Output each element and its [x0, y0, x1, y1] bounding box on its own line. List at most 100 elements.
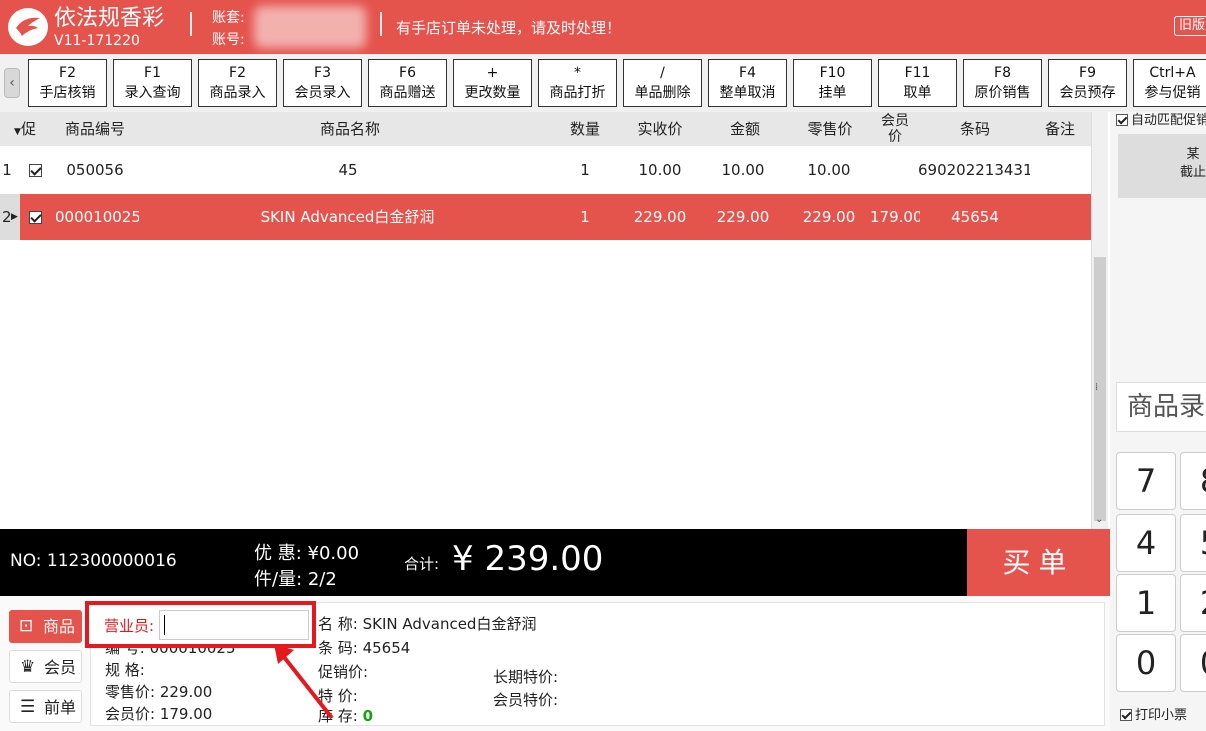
grid-empty-area[interactable]: [0, 241, 1091, 529]
toolbar-button[interactable]: F8 原价销售: [963, 59, 1042, 107]
toolbar-button[interactable]: F4 整单取消: [708, 59, 787, 107]
account-set-label: 账套:: [212, 10, 245, 26]
toolbar-button-key: *: [574, 65, 581, 81]
grid-scrollbar[interactable]: ⁞ ⌄: [1091, 112, 1108, 529]
table-row[interactable]: 1 050056 45 1 10.00 10.00 10.00 69020221…: [0, 147, 1091, 193]
toolbar-button[interactable]: F11 取单: [878, 59, 957, 107]
toolbar-button-label: 商品打折: [549, 85, 606, 101]
col-code[interactable]: 商品编号: [50, 112, 140, 146]
toolbar-button[interactable]: + 更改数量: [453, 59, 532, 107]
member-special-price: 会员特价:: [493, 691, 559, 709]
col-barcode[interactable]: 条码: [935, 112, 1015, 146]
keypad-8[interactable]: 8: [1180, 452, 1206, 510]
toolbar-button[interactable]: * 商品打折: [538, 59, 617, 107]
cell-note: [1030, 194, 1090, 240]
row-checkbox[interactable]: [29, 211, 42, 224]
col-paid[interactable]: 实收价: [625, 112, 695, 146]
cell-amount: 229.00: [716, 208, 770, 226]
print-receipt-option[interactable]: 打印小票: [1120, 704, 1187, 723]
app-header: 依法规香彩 V11-171220 账套: 账号: 有手店订单未处理，请及时处理！…: [0, 0, 1206, 54]
toolbar-button-key: F8: [994, 65, 1011, 81]
salesperson-label: 营业员:: [104, 617, 155, 635]
toolbar-button[interactable]: F1 录入查询: [113, 59, 192, 107]
toolbar-button[interactable]: F6 商品赠送: [368, 59, 447, 107]
keypad-00[interactable]: 0: [1180, 634, 1206, 692]
tab-member[interactable]: ♛ 会员: [9, 650, 82, 683]
keypad-0[interactable]: 0: [1116, 634, 1176, 692]
col-retail[interactable]: 零售价: [795, 112, 865, 146]
cell-note: [1030, 147, 1090, 193]
cell-qty: 1: [580, 208, 590, 226]
keypad-7[interactable]: 7: [1116, 452, 1176, 510]
tab-goods[interactable]: ⊡ 商品: [9, 610, 82, 643]
total-label: 合计:: [404, 555, 440, 573]
toolbar-scroll-left-button[interactable]: ‹: [4, 68, 20, 98]
toolbar-button-key: F1: [144, 65, 161, 81]
col-note[interactable]: 备注: [1030, 112, 1090, 146]
keypad-1[interactable]: 1: [1116, 574, 1176, 632]
col-qty[interactable]: 数量: [560, 112, 610, 146]
checkout-button[interactable]: 买单: [967, 529, 1110, 596]
keypad-4[interactable]: 4: [1116, 514, 1176, 572]
grid-header: ▼促 商品编号 商品名称 数量 实收价 金额 零售价 会员价 条码 备注: [0, 112, 1091, 146]
cell-paid: 229.00: [633, 208, 687, 226]
retail-price: 零售价: 229.00: [105, 683, 213, 701]
long-term-special-price: 长期特价:: [493, 668, 559, 686]
keypad-5[interactable]: 5: [1180, 514, 1206, 572]
app-name: 依法规香彩: [54, 6, 165, 31]
toolbar-button[interactable]: Ctrl+A 参与促销: [1133, 59, 1206, 107]
toolbar-button-label: 录入查询: [124, 85, 181, 101]
cell-retail: 229.00: [802, 208, 856, 226]
toolbar-button[interactable]: F2 手店核销: [28, 59, 107, 107]
old-version-button[interactable]: 旧版: [1174, 16, 1206, 36]
toolbar-button[interactable]: F2 商品录入: [198, 59, 277, 107]
order-number: NO: 112300000016: [10, 551, 177, 571]
toolbar-button-key: F6: [399, 65, 416, 81]
toolbar-button-key: +: [486, 65, 499, 81]
row-index: 1: [2, 161, 12, 179]
goods-icon: ⊡: [19, 616, 34, 636]
pending-order-notice[interactable]: 有手店订单未处理，请及时处理！: [396, 17, 621, 38]
toolbar-button-key: F4: [739, 65, 756, 81]
salesperson-input[interactable]: [159, 610, 309, 640]
cell-retail: 10.00: [807, 161, 851, 179]
row-selector[interactable]: 2 ▶: [0, 194, 20, 240]
print-receipt-checkbox[interactable]: [1120, 709, 1132, 721]
auto-match-promo-option[interactable]: 自动匹配促销: [1116, 112, 1206, 130]
cell-member-price: [875, 147, 920, 193]
col-amount[interactable]: 金额: [710, 112, 780, 146]
toolbar-button-key: F3: [314, 65, 331, 81]
toolbar-button[interactable]: F3 会员录入: [283, 59, 362, 107]
toolbar-button[interactable]: F10 挂单: [793, 59, 872, 107]
cell-name: SKIN Advanced白金舒润: [260, 208, 435, 226]
member-price: 会员价: 179.00: [105, 705, 213, 723]
toolbar-button-label: 整单取消: [719, 85, 776, 101]
toolbar-button[interactable]: / 单品删除: [623, 59, 702, 107]
toolbar-button-label: 商品录入: [209, 85, 266, 101]
col-member-price[interactable]: 会员价: [875, 112, 915, 146]
toolbar-button[interactable]: F9 会员预存: [1048, 59, 1127, 107]
toolbar-button-key: /: [660, 65, 665, 81]
col-name[interactable]: 商品名称: [260, 112, 440, 146]
product-entry-input[interactable]: 商品录入: [1116, 382, 1206, 432]
promo-info-box[interactable]: 某 截止: [1118, 134, 1206, 198]
auto-match-checkbox[interactable]: [1116, 114, 1128, 126]
toolbar-button-label: 会员预存: [1059, 85, 1116, 101]
toolbar-button-label: 挂单: [818, 85, 847, 101]
app-version: V11-171220: [54, 33, 140, 49]
toolbar-button-label: 更改数量: [464, 85, 521, 101]
tab-previous-order[interactable]: ☰ 前单: [9, 690, 82, 723]
stock-value: 0: [362, 707, 374, 725]
toolbar-button-label: 单品删除: [634, 85, 691, 101]
toolbar-button-label: 商品赠送: [379, 85, 436, 101]
keypad-2[interactable]: 2: [1180, 574, 1206, 632]
row-checkbox[interactable]: [29, 164, 42, 177]
col-promo[interactable]: ▼促: [10, 112, 40, 146]
cell-name: 45: [338, 161, 358, 179]
cell-paid: 10.00: [638, 161, 682, 179]
table-row-selected[interactable]: 2 ▶ 000010025 SKIN Advanced白金舒润 1 229.00 …: [0, 194, 1091, 240]
scroll-down-icon[interactable]: ⌄: [1095, 514, 1103, 525]
toolbar-button-key: F2: [59, 65, 76, 81]
right-panel: 自动匹配促销 某 截止 商品录入 7 8 4 5 1 2 0 0 打印小票: [1110, 112, 1206, 731]
salesperson-highlight: 营业员:: [85, 601, 316, 648]
